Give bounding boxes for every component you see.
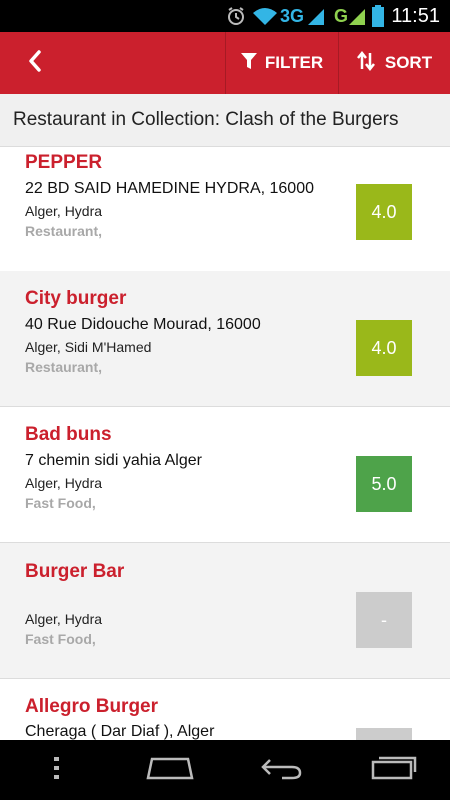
sort-button[interactable]: SORT (339, 32, 450, 94)
restaurant-list-item[interactable]: Bad buns 7 chemin sidi yahia Alger Alger… (0, 407, 450, 543)
filter-button[interactable]: FILTER (226, 32, 338, 94)
recent-apps-icon (371, 756, 417, 785)
chevron-left-icon (27, 49, 43, 77)
restaurant-cuisine: Restaurant, (25, 223, 103, 239)
restaurant-list-item[interactable]: City burger 40 Rue Didouche Mourad, 1600… (0, 271, 450, 407)
navigation-bar (0, 740, 450, 800)
funnel-icon (240, 52, 257, 75)
app-bar: FILTER SORT (0, 32, 450, 94)
menu-dots-icon (54, 756, 60, 784)
sort-label: SORT (384, 53, 433, 72)
home-button[interactable] (140, 740, 200, 800)
network-3g-indicator: 3G (280, 5, 305, 26)
restaurant-cuisine: Restaurant, (25, 359, 103, 375)
restaurant-locality: Alger, Hydra (25, 611, 103, 627)
rating-badge: 4.0 (356, 320, 412, 376)
status-bar: 3G G 11:51 (0, 0, 450, 32)
wifi-icon (252, 0, 278, 32)
restaurant-cuisine: Fast Food, (25, 631, 96, 647)
restaurant-locality: Alger, Hydra (25, 475, 103, 491)
restaurant-list-item[interactable]: Burger Bar Alger, Hydra Fast Food, - (0, 543, 450, 679)
restaurant-name: Allegro Burger (25, 696, 159, 717)
menu-button[interactable] (40, 740, 74, 800)
restaurant-list-item[interactable]: Allegro Burger Cheraga ( Dar Diaf ), Alg… (0, 679, 450, 740)
filter-label: FILTER (264, 53, 324, 72)
restaurant-name: Bad buns (25, 424, 112, 445)
signal-icon (307, 0, 325, 32)
rating-badge: 5.0 (356, 456, 412, 512)
rating-badge: 4.0 (356, 184, 412, 240)
clock: 11:51 (391, 4, 440, 27)
restaurant-locality: Alger, Hydra (25, 203, 103, 219)
restaurant-locality: Alger, Sidi M'Hamed (25, 339, 152, 355)
collection-header: Restaurant in Collection: Clash of the B… (0, 94, 450, 147)
restaurant-list[interactable]: PEPPER 22 BD SAID HAMEDINE HYDRA, 16000 … (0, 147, 450, 740)
back-button[interactable] (0, 32, 70, 94)
restaurant-name: PEPPER (25, 152, 103, 173)
restaurant-name: Burger Bar (25, 561, 125, 582)
restaurant-name: City burger (25, 288, 127, 309)
restaurant-list-item[interactable]: PEPPER 22 BD SAID HAMEDINE HYDRA, 16000 … (0, 147, 450, 283)
restaurant-address: Cheraga ( Dar Diaf ), Alger (25, 723, 215, 740)
rating-badge: - (356, 592, 412, 648)
home-icon (146, 756, 194, 785)
alarm-icon (226, 0, 246, 32)
back-nav-button[interactable] (252, 740, 312, 800)
sort-arrows-icon (356, 50, 375, 76)
restaurant-address: 40 Rue Didouche Mourad, 16000 (25, 316, 261, 333)
rating-badge (356, 728, 412, 740)
back-icon (260, 756, 304, 785)
recent-apps-button[interactable] (364, 740, 424, 800)
signal-icon (348, 0, 366, 32)
restaurant-cuisine: Fast Food, (25, 495, 96, 511)
restaurant-address: 22 BD SAID HAMEDINE HYDRA, 16000 (25, 180, 314, 197)
page-title: Restaurant in Collection: Clash of the B… (13, 109, 399, 130)
restaurant-address: 7 chemin sidi yahia Alger (25, 452, 202, 469)
battery-icon (372, 0, 384, 32)
network-g-indicator: G (334, 5, 349, 26)
